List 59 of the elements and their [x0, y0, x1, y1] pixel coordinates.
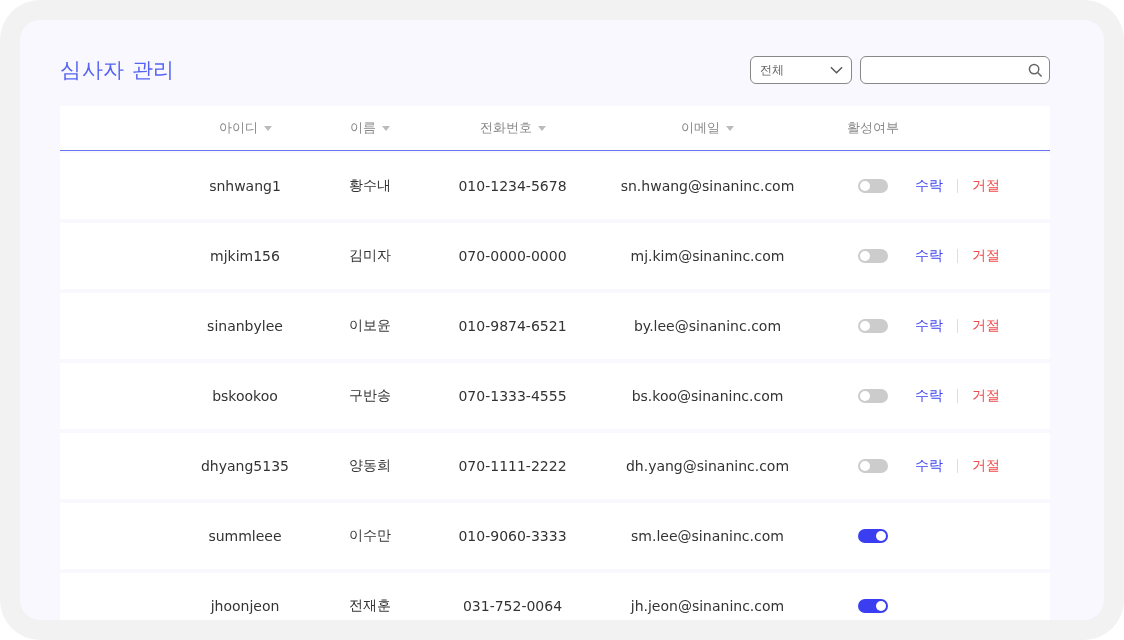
table-cell: 010-1234-5678 — [458, 178, 567, 194]
table-cell: dh.yang@sinaninc.com — [625, 458, 790, 474]
toggle-switch[interactable] — [857, 249, 888, 263]
reject-link[interactable]: 거절 — [972, 247, 1000, 265]
toggle-switch[interactable] — [857, 529, 888, 543]
toggle-switch[interactable] — [857, 319, 888, 333]
table-cell: sinanbylee — [207, 318, 283, 334]
sort-arrow-icon[interactable] — [726, 125, 734, 131]
search-icon — [1028, 62, 1043, 78]
table-cell: sn.hwang@sinaninc.com — [620, 178, 795, 194]
table-cell: bs.koo@sinaninc.com — [631, 388, 784, 404]
table-cell: jh.jeon@sinaninc.com — [630, 598, 785, 614]
table-cell: 070-1333-4555 — [458, 388, 567, 404]
accept-link[interactable]: 수락 — [915, 457, 943, 475]
table-cell: 031-752-0064 — [462, 598, 563, 614]
reject-link[interactable]: 거절 — [972, 177, 1000, 195]
column-header[interactable]: 이름 — [350, 119, 376, 137]
table-cell: 김미자 — [349, 247, 391, 265]
table-cell: summleee — [208, 528, 282, 544]
table-cell: 이수만 — [349, 527, 391, 545]
search-field[interactable] — [860, 56, 1050, 84]
table-cell: 황수내 — [349, 177, 391, 195]
page-title: 심사자 관리 — [60, 57, 175, 84]
table-cell: mj.kim@sinaninc.com — [630, 248, 785, 264]
table-cell: dhyang5135 — [201, 458, 289, 474]
column-header: 활성여부 — [846, 119, 899, 137]
column-header[interactable]: 이메일 — [681, 119, 720, 137]
accept-link[interactable]: 수락 — [915, 317, 943, 335]
accept-link[interactable]: 수락 — [915, 247, 943, 265]
column-header[interactable]: 전화번호 — [479, 119, 532, 137]
reject-link[interactable]: 거절 — [972, 457, 1000, 475]
table-cell: 010-9874-6521 — [458, 318, 567, 334]
filter-dropdown[interactable]: 전체 — [750, 56, 852, 84]
table-cell: 010-9060-3333 — [458, 528, 567, 544]
table-cell: by.lee@sinaninc.com — [633, 318, 782, 334]
table-cell: 양동희 — [349, 457, 391, 475]
table-cell: 070-0000-0000 — [458, 248, 567, 264]
reject-link[interactable]: 거절 — [972, 317, 1000, 335]
chevron-down-icon — [830, 66, 843, 74]
toggle-switch[interactable] — [857, 459, 888, 473]
table-cell: 전재훈 — [349, 597, 391, 615]
table-cell: 구반송 — [349, 387, 391, 405]
table-cell: jhoonjeon — [210, 598, 280, 614]
accept-link[interactable]: 수락 — [915, 387, 943, 405]
table-cell: snhwang1 — [209, 178, 281, 194]
reject-link[interactable]: 거절 — [972, 387, 1000, 405]
table-cell: 이보윤 — [349, 317, 391, 335]
toggle-switch[interactable] — [857, 599, 888, 613]
table-cell: sm.lee@sinaninc.com — [631, 528, 784, 544]
column-header[interactable]: 아이디 — [218, 119, 258, 137]
accept-link[interactable]: 수락 — [915, 177, 943, 195]
table-cell: 070-1111-2222 — [458, 458, 567, 474]
toggle-switch[interactable] — [857, 389, 888, 403]
sort-arrow-icon[interactable] — [263, 125, 272, 131]
toggle-switch[interactable] — [857, 179, 888, 193]
table-cell: mjkim156 — [210, 248, 280, 264]
sort-arrow-icon[interactable] — [537, 125, 546, 131]
table-cell: bskookoo — [212, 388, 278, 404]
sort-arrow-icon[interactable] — [382, 125, 390, 131]
